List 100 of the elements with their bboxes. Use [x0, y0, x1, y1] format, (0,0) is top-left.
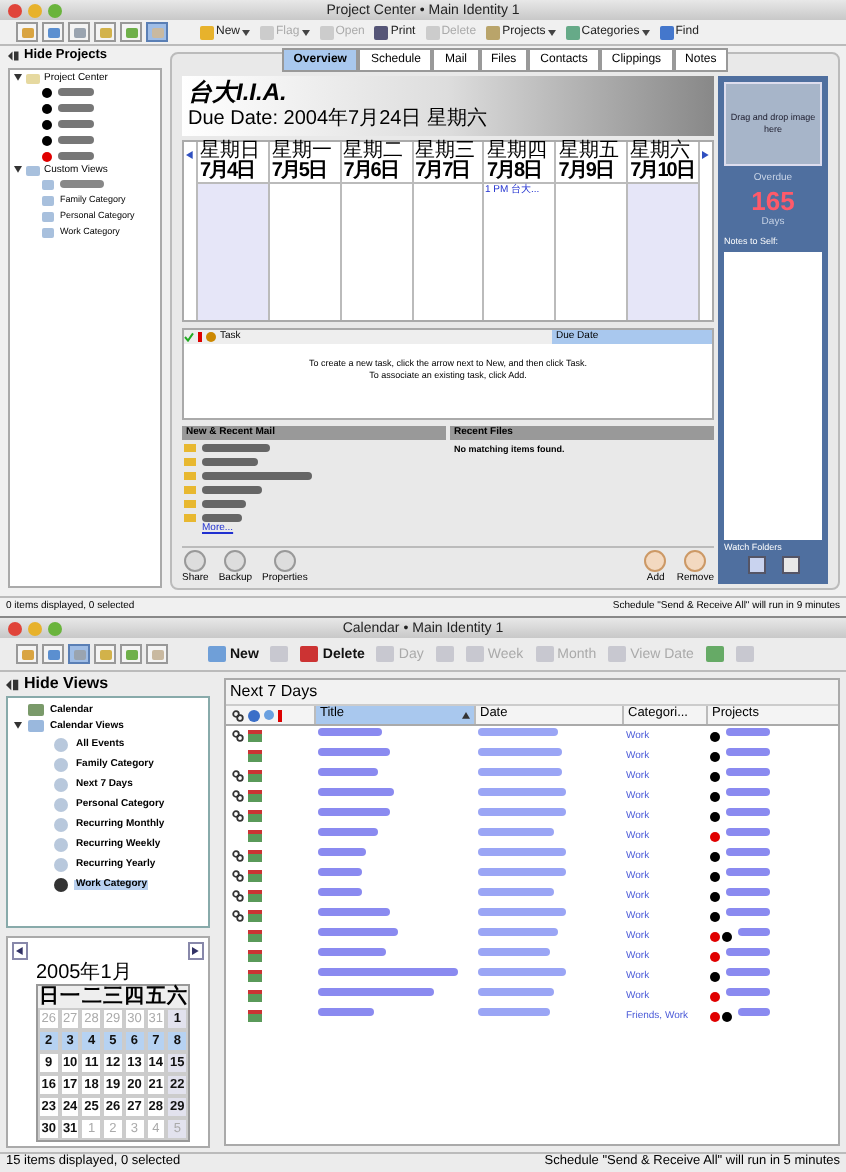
- blurred-text: [318, 928, 398, 937]
- blurred-text: [726, 728, 770, 737]
- blurred-text: [318, 748, 390, 757]
- blurred-text: [738, 1008, 770, 1017]
- blurred-text: [58, 88, 94, 96]
- blurred-text: [318, 968, 458, 977]
- previous-month-button[interactable]: [12, 942, 28, 960]
- blurred-text: [478, 848, 566, 857]
- view-switch-button[interactable]: [94, 644, 116, 664]
- view-switch-button[interactable]: [94, 22, 116, 42]
- toolbar-icon: [260, 25, 275, 39]
- notes-field[interactable]: [724, 251, 822, 539]
- blurred-text: [726, 968, 770, 977]
- blurred-text: [726, 848, 770, 857]
- view-switch-button[interactable]: [120, 644, 142, 664]
- toolbar-icon: [486, 25, 501, 39]
- date-label: 7月6日: [343, 161, 400, 181]
- weekday-label: 星期三: [415, 141, 478, 161]
- previous-week-arrow[interactable]: [186, 149, 194, 159]
- caret-icon: [242, 29, 251, 35]
- toolbar-icon: [374, 25, 389, 39]
- view-switch-button[interactable]: [146, 22, 168, 42]
- blurred-text: [202, 443, 270, 452]
- blurred-text: [318, 788, 394, 797]
- blurred-text: [478, 728, 558, 737]
- toolbar-button[interactable]: [705, 646, 724, 662]
- blurred-text: [318, 888, 362, 897]
- toolbar-icon: [200, 25, 214, 39]
- month-label: 2005年1月: [34, 964, 134, 984]
- list-icon: [705, 646, 724, 662]
- calendar-icon: [608, 646, 627, 662]
- blurred-text: [726, 768, 770, 777]
- blurred-text: [318, 848, 366, 857]
- view-switch-button[interactable]: [120, 22, 142, 42]
- view-switch-button[interactable]: [68, 644, 90, 664]
- next-month-button[interactable]: [188, 942, 204, 960]
- info-icon: [248, 709, 260, 721]
- disclosure-triangle[interactable]: [14, 74, 22, 82]
- hide-views-button[interactable]: Hide Views: [6, 672, 210, 696]
- date-label: 7月10日: [630, 161, 696, 181]
- blurred-text: [202, 485, 262, 494]
- clipboard-icon: [735, 646, 754, 662]
- toolbar-icon: [319, 25, 334, 39]
- blurred-text: [478, 968, 566, 977]
- date-label: 7月9日: [558, 161, 615, 181]
- blurred-text: [478, 908, 566, 917]
- view-switch-button[interactable]: [146, 644, 168, 664]
- blurred-text: [478, 828, 554, 837]
- weekday-label: 五: [145, 986, 167, 1008]
- blurred-text: [478, 988, 554, 997]
- disclosure-triangle[interactable]: [14, 722, 22, 730]
- right-arrow-icon: [192, 946, 200, 956]
- blurred-text: [202, 457, 258, 466]
- blurred-text: [58, 152, 94, 160]
- view-switch-button[interactable]: [42, 644, 64, 664]
- next-week-arrow[interactable]: [702, 149, 711, 159]
- date-label: 7月8日: [486, 161, 544, 181]
- calendar-icon: [28, 704, 44, 716]
- weekday-label: 四: [123, 986, 146, 1008]
- blurred-text: [58, 120, 94, 128]
- blurred-text: [478, 888, 554, 897]
- blurred-text: [478, 748, 562, 757]
- disclosure-triangle[interactable]: [14, 166, 22, 174]
- overdue-count: 165: [751, 188, 795, 214]
- blurred-text: [202, 499, 246, 508]
- blurred-text: [738, 928, 770, 937]
- caret-icon: [641, 29, 650, 35]
- project-name: 台大I.I.A.: [188, 78, 289, 108]
- blurred-text: [318, 768, 378, 777]
- weekday-label: 星期二: [343, 141, 406, 161]
- weekday-label: 星期五: [558, 141, 621, 161]
- blurred-text: [726, 988, 770, 997]
- weekday-label: 星期日: [200, 141, 262, 161]
- blurred-text: [318, 1008, 374, 1017]
- view-switch-button[interactable]: [16, 22, 38, 42]
- toolbar-icon: [425, 25, 440, 39]
- blurred-text: [478, 788, 566, 797]
- blurred-text: [60, 180, 104, 188]
- date-label: 7月7日: [415, 161, 472, 181]
- weekday-label: 三: [102, 986, 124, 1008]
- window-controls[interactable]: [8, 621, 62, 635]
- view-switch-button[interactable]: [42, 22, 64, 42]
- blurred-text: [478, 1008, 550, 1017]
- blurred-text: [318, 808, 390, 817]
- view-switch-button[interactable]: [68, 22, 90, 42]
- blurred-text: [318, 908, 390, 917]
- sidebar-toggle-icon: [6, 677, 20, 691]
- blurred-text: [318, 828, 378, 837]
- calendar-icon: [376, 646, 395, 662]
- view-switch-button[interactable]: [16, 644, 38, 664]
- blurred-text: [726, 788, 770, 797]
- caret-icon: [301, 29, 310, 35]
- weekday-label: 二: [80, 986, 103, 1008]
- blurred-text: [58, 136, 94, 144]
- sort-arrow-icon: [462, 711, 470, 719]
- blurred-text: [202, 471, 312, 480]
- blurred-text: [202, 513, 242, 522]
- blurred-text: [318, 988, 434, 997]
- window-controls[interactable]: [8, 3, 62, 17]
- weekday-label: 六: [166, 986, 188, 1008]
